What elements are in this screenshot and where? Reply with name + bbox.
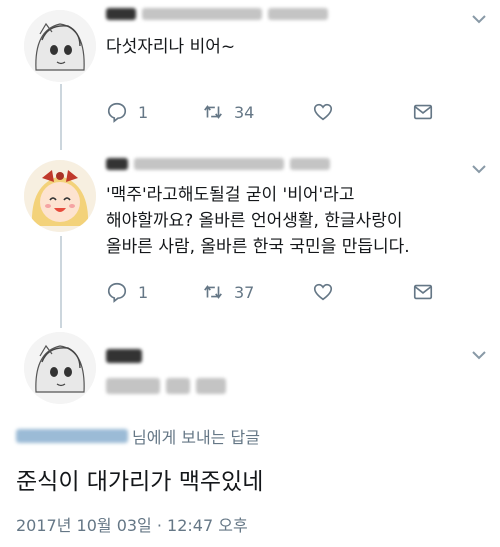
tweet-actions: 1 37 [106,280,436,304]
chevron-down-icon[interactable] [470,346,488,364]
tweet-actions: 1 34 [106,100,436,124]
retweet-count: 37 [234,282,255,302]
reply-to-label: 님에게 보내는 답글 [132,428,260,447]
reply-icon [107,282,127,303]
like-button[interactable] [312,281,334,303]
handle-redacted [106,376,226,396]
reply-count: 1 [138,102,149,122]
mention-redacted[interactable] [16,429,128,443]
heart-icon [313,103,333,121]
tweet-header-redacted [106,154,330,174]
timestamp[interactable]: 2017년 10월 03일 · 12:47 오후 [16,512,248,536]
heart-icon [313,283,333,301]
like-button[interactable] [312,101,334,123]
chevron-down-icon[interactable] [470,160,488,178]
avatar[interactable] [24,332,96,404]
chevron-down-icon[interactable] [470,10,488,28]
reply-button[interactable]: 1 [106,281,148,303]
avatar[interactable] [24,10,96,82]
reply-count: 1 [138,282,149,302]
retweet-button[interactable]: 34 [202,101,254,123]
tweet-header-redacted [106,4,328,24]
tweet[interactable]: '맥주'라고해도될걸 굳이 '비어'라고 해야할까요? 올바른 언어생활, 한글… [0,150,500,320]
retweet-icon [204,285,222,299]
dm-button[interactable] [412,281,434,303]
envelope-icon [413,104,433,120]
tweet-body: 다섯자리나 비어~ [106,37,236,57]
tweet-body: '맥주'라고해도될걸 굳이 '비어'라고 해야할까요? 올바른 언어생활, 한글… [106,185,410,257]
retweet-button[interactable]: 37 [202,281,254,303]
reply-to-line: 님에게 보내는 답글 [16,424,260,448]
avatar[interactable] [24,160,96,232]
tweet[interactable]: 다섯자리나 비어~ 1 34 [0,0,500,150]
reply-button[interactable]: 1 [106,101,148,123]
envelope-icon [413,284,433,300]
dm-button[interactable] [412,101,434,123]
retweet-icon [204,105,222,119]
display-name-redacted [106,346,142,366]
focused-tweet-text: 준식이 대가리가 맥주있네 [16,469,264,495]
reply-icon [107,102,127,123]
retweet-count: 34 [234,102,255,122]
